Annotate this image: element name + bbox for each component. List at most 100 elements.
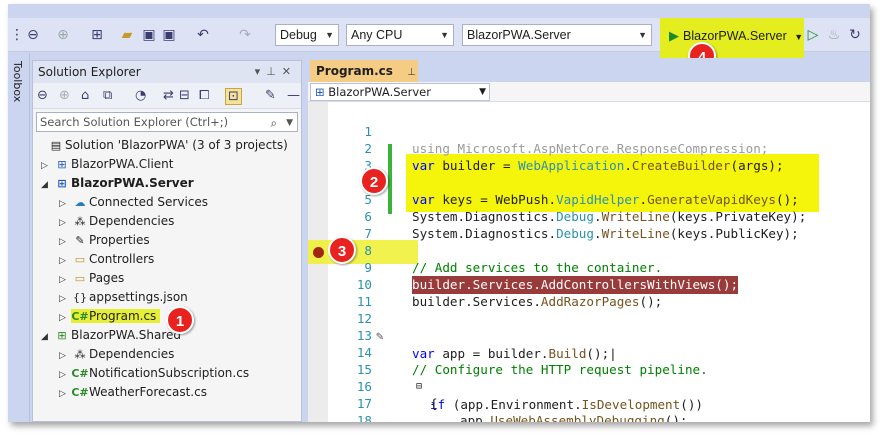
sync-icon[interactable]: ⇄ xyxy=(163,88,174,103)
editor-tab-strip: Program.cs ⊥ ✕ xyxy=(308,58,870,102)
project-icon: ⊞ xyxy=(57,329,67,342)
code-line: 8 // Add services to the container. xyxy=(328,225,870,275)
pin-icon[interactable]: ⊥ xyxy=(266,65,282,78)
json-icon: {} xyxy=(73,291,87,304)
tree-item-shared[interactable]: ◢ ⊞ BlazorPWA.Shared xyxy=(41,326,181,345)
tree-item-label: NotificationSubscription.cs xyxy=(89,366,250,380)
tree-item-pages[interactable]: ▷ ▭ Pages xyxy=(59,269,124,288)
pin-icon[interactable]: ⊥ xyxy=(407,67,416,78)
main-toolbar: ⋮ ⊖ ⊕ ⊞ ▰ ▣ ▣ ↶ ↷ Debug ▼ Any CPU ▼ Blaz… xyxy=(8,18,870,58)
navigate-forward-icon[interactable]: ⊕ xyxy=(54,26,72,44)
tree-item-notification-subscription[interactable]: ▷ C#NotificationSubscription.cs xyxy=(59,364,249,383)
project-icon: ⊞ xyxy=(57,158,67,171)
collapse-all-icon[interactable]: ⊟ xyxy=(179,88,190,103)
tree-item-controllers[interactable]: ▷ ▭ Controllers xyxy=(59,250,154,269)
preview-selected-icon[interactable]: ⊡ xyxy=(225,88,242,105)
cloud-icon: ☁ xyxy=(74,196,86,209)
code-line: 18 } xyxy=(328,395,870,422)
tree-item-properties[interactable]: ▷ ✎ Properties xyxy=(59,231,150,250)
undo-icon[interactable]: ↶ xyxy=(194,26,212,44)
navigate-back-icon[interactable]: ⊖ xyxy=(24,26,42,44)
code-editor[interactable]: 1 using Microsoft.AspNetCore.ResponseCom… xyxy=(308,102,870,422)
refresh-icon[interactable]: ↻ xyxy=(848,26,862,44)
tree-item-label: Solution 'BlazorPWA' (3 of 3 projects) xyxy=(65,138,288,152)
startup-project-select[interactable]: BlazorPWA.Server ▼ xyxy=(462,24,652,46)
chevron-right-icon[interactable]: ▷ xyxy=(59,385,71,404)
tree-item-solution[interactable]: ▤ Solution 'BlazorPWA' (3 of 3 projects) xyxy=(35,136,288,155)
solution-icon: ▤ xyxy=(50,139,62,152)
start-without-debugging-icon[interactable]: ▷ xyxy=(806,26,820,44)
tree-item-client[interactable]: ▷ ⊞ BlazorPWA.Client xyxy=(41,155,174,174)
tree-item-label: Connected Services xyxy=(89,195,209,209)
code-line: 14 // Configure the HTTP request pipelin… xyxy=(328,327,870,377)
callout-badge-2: 2 xyxy=(360,167,388,195)
pending-changes-filter-icon[interactable]: ◔ xyxy=(135,88,146,103)
csharp-icon: C# xyxy=(71,386,89,399)
search-icon: ⌕ xyxy=(270,116,277,130)
hot-reload-icon[interactable]: ♨ xyxy=(826,26,842,44)
project-scope-value: BlazorPWA.Server xyxy=(328,85,431,99)
dependencies-icon: ⁂ xyxy=(74,215,86,228)
code-line: 7 xyxy=(328,208,870,241)
properties-wrench-icon[interactable]: ✎ xyxy=(265,88,276,103)
folder-icon: ▭ xyxy=(74,272,86,285)
code-line: 10 builder.Services.AddRazorPages(); xyxy=(328,259,870,309)
chevron-down-icon[interactable]: ◢ xyxy=(41,176,53,195)
chevron-down-icon: ▼ xyxy=(286,118,293,128)
solution-configuration-select[interactable]: Debug ▼ xyxy=(275,24,339,46)
solution-explorer-panel: Solution Explorer ▾⊥✕ ⊖ ⊕ ⌂ ⧉ ◔ ⇄ ⊟ ⧠ ⊡ … xyxy=(32,60,302,422)
tab-program-cs[interactable]: Program.cs ⊥ ✕ xyxy=(310,60,418,102)
tab-label: Program.cs xyxy=(316,64,393,78)
switch-views-icon[interactable]: ⧉ xyxy=(103,88,112,103)
chevron-down-icon[interactable]: ◢ xyxy=(41,328,53,347)
solution-platform-value: Any CPU xyxy=(351,28,403,42)
open-folder-icon[interactable]: ▰ xyxy=(118,26,136,44)
wrench-icon: ✎ xyxy=(75,234,85,247)
solution-platform-select[interactable]: Any CPU ▼ xyxy=(346,24,454,46)
breakpoint-icon[interactable] xyxy=(313,247,324,258)
code-line: 3 xyxy=(328,140,870,173)
new-project-icon[interactable]: ⊞ xyxy=(88,26,106,44)
save-all-icon[interactable]: ▣ xyxy=(160,26,178,44)
project-scope-select[interactable]: ⊞ BlazorPWA.Server ▼ xyxy=(310,83,490,101)
screenshot-frame: ⋮ ⊖ ⊕ ⊞ ▰ ▣ ▣ ↶ ↷ Debug ▼ Any CPU ▼ Blaz… xyxy=(8,4,870,422)
window-position-icon[interactable]: ▾ xyxy=(255,65,267,78)
toolbar-grip-icon: ⋮ xyxy=(10,27,24,43)
close-icon[interactable]: ✕ xyxy=(282,65,297,78)
tree-item-dependencies[interactable]: ▷ ⁂ Dependencies xyxy=(59,212,174,231)
more-icon[interactable]: — xyxy=(287,88,300,103)
solution-explorer-search[interactable]: Search Solution Explorer (Ctrl+;) ⌕ ▼ xyxy=(36,112,298,132)
start-debugging-button[interactable]: ▶ BlazorPWA.Server ▼ xyxy=(669,26,803,46)
tree-item-weather-forecast[interactable]: ▷ C#WeatherForecast.cs xyxy=(59,383,207,402)
csharp-icon: C# xyxy=(71,367,89,380)
show-all-files-icon[interactable]: ⧠ xyxy=(199,88,209,103)
solution-explorer-title: Solution Explorer xyxy=(38,65,141,79)
tree-item-program-cs[interactable]: ▷ C#Program.cs xyxy=(59,307,161,326)
code-line: 1 using Microsoft.AspNetCore.ResponseCom… xyxy=(328,106,870,156)
tree-item-label: WeatherForecast.cs xyxy=(89,385,207,399)
tree-item-appsettings[interactable]: ▷{} appsettings.json xyxy=(59,288,188,307)
forward-icon[interactable]: ⊕ xyxy=(59,88,70,103)
back-icon[interactable]: ⊖ xyxy=(37,88,48,103)
code-line: 9 builder.Services.AddControllersWithVie… xyxy=(328,242,870,294)
tree-item-label: BlazorPWA.Shared xyxy=(71,328,181,342)
callout-badge-1: 1 xyxy=(166,306,194,334)
play-icon: ▶ xyxy=(669,28,679,43)
code-line: 4 var keys = WebPush.VapidHelper.Generat… xyxy=(328,157,870,207)
solution-configuration-value: Debug xyxy=(280,28,317,42)
startup-project-value: BlazorPWA.Server xyxy=(467,28,571,42)
tree-item-label: Dependencies xyxy=(89,214,175,228)
tree-item-shared-dependencies[interactable]: ▷ ⁂ Dependencies xyxy=(59,345,174,364)
chevron-down-icon: ▼ xyxy=(479,87,486,97)
home-icon[interactable]: ⌂ xyxy=(81,88,89,103)
tree-item-label: Program.cs xyxy=(89,309,157,323)
save-icon[interactable]: ▣ xyxy=(140,26,158,44)
code-line: else xyxy=(328,412,870,422)
toolbox-tab[interactable]: Toolbox xyxy=(8,53,30,422)
redo-icon[interactable]: ↷ xyxy=(236,26,254,44)
project-icon: ⊞ xyxy=(57,177,67,190)
solution-explorer-toolbar: ⊖ ⊕ ⌂ ⧉ ◔ ⇄ ⊟ ⧠ ⊡ ✎ — xyxy=(33,83,301,109)
tree-item-server[interactable]: ◢ ⊞ BlazorPWA.Server xyxy=(41,174,194,193)
tree-item-connected-services[interactable]: ▷ ☁ Connected Services xyxy=(59,193,208,212)
callout-badge-3: 3 xyxy=(328,236,356,264)
